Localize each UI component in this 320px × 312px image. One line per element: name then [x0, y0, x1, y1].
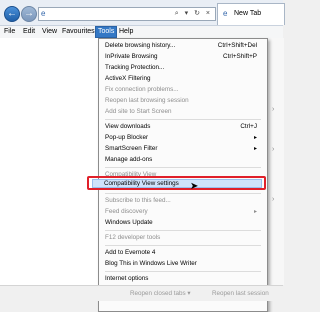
menu-windows-update[interactable]: Windows Update: [105, 218, 263, 228]
submenu-arrow-icon: ▸: [253, 135, 257, 141]
item-label: F12 developer tools: [105, 234, 161, 241]
item-shortcut: Ctrl+Shift+Del: [217, 42, 257, 49]
menu-delete-browsing-history[interactable]: Delete browsing history... Ctrl+Shift+Del: [105, 41, 263, 51]
submenu-arrow-icon: ▸: [253, 209, 257, 215]
menu-smartscreen-filter[interactable]: SmartScreen Filter ▸: [105, 144, 263, 154]
menu-help[interactable]: Help: [118, 27, 134, 37]
menu-tracking-protection[interactable]: Tracking Protection...: [105, 63, 263, 73]
menu-favourites[interactable]: Favourites: [61, 27, 96, 37]
item-label: SmartScreen Filter: [105, 145, 158, 152]
menu-view[interactable]: View: [41, 27, 58, 37]
menu-reopen-last-session: Reopen last browsing session: [105, 96, 263, 106]
chevron-right-icon[interactable]: ›: [272, 106, 274, 113]
menu-separator: [105, 119, 261, 120]
menu-view-downloads[interactable]: View downloads Ctrl+J: [105, 122, 263, 132]
item-label: View downloads: [105, 123, 151, 130]
item-label: Internet options: [105, 275, 149, 282]
item-label: Pop-up Blocker: [105, 134, 149, 141]
mouse-cursor-icon: ➤: [190, 181, 199, 192]
item-label: Feed discovery: [105, 208, 148, 215]
tools-menu: Delete browsing history... Ctrl+Shift+Del…: [98, 38, 268, 312]
item-label: Reopen last browsing session: [105, 97, 189, 104]
item-label: Tracking Protection...: [105, 64, 165, 71]
menu-separator: [105, 167, 261, 168]
item-label: Subscribe to this feed...: [105, 197, 171, 204]
menu-manage-addons[interactable]: Manage add-ons: [105, 155, 263, 165]
tab-new-tab[interactable]: e New Tab: [217, 3, 285, 25]
menu-separator: [105, 245, 261, 246]
back-arrow-icon[interactable]: ←: [4, 6, 20, 22]
item-label: Manage add-ons: [105, 156, 153, 163]
chevron-right-icon[interactable]: ›: [272, 196, 274, 203]
item-label: Delete browsing history...: [105, 42, 176, 49]
menu-edit[interactable]: Edit: [22, 27, 36, 37]
menu-add-to-start: Add site to Start Screen: [105, 107, 263, 117]
chevron-right-icon[interactable]: ›: [272, 146, 274, 153]
menu-separator: [105, 271, 261, 272]
item-label: Add to Evernote 4: [105, 249, 156, 256]
menu-subscribe-feed: Subscribe to this feed...: [105, 196, 263, 206]
item-shortcut: Ctrl+J: [240, 123, 257, 130]
item-label: Add site to Start Screen: [105, 108, 172, 115]
item-shortcut: Ctrl+Shift+P: [223, 53, 257, 60]
annotation-highlight-box: [87, 176, 266, 190]
reopen-last-session-link[interactable]: Reopen last session: [212, 290, 269, 297]
menu-blog-this[interactable]: Blog This in Windows Live Writer: [105, 259, 263, 269]
tab-label: New Tab: [234, 10, 262, 17]
menu-file[interactable]: File: [3, 27, 16, 37]
menu-separator: [105, 230, 261, 231]
item-label: InPrivate Browsing: [105, 53, 158, 60]
menu-popup-blocker[interactable]: Pop-up Blocker ▸: [105, 133, 263, 143]
menu-fix-connection: Fix connection problems...: [105, 85, 263, 95]
menu-feed-discovery: Feed discovery ▸: [105, 207, 263, 217]
bottom-bar: Reopen closed tabs ▾ Reopen last session: [0, 285, 283, 301]
menu-f12-tools: F12 developer tools: [105, 233, 263, 243]
side-pane: › › ›: [266, 38, 284, 285]
address-bar[interactable]: e ⌕ ▾ ↻ ×: [38, 7, 216, 21]
item-label: Blog This in Windows Live Writer: [105, 260, 197, 267]
ie-page-icon: e: [41, 9, 46, 18]
reopen-closed-tabs-link[interactable]: Reopen closed tabs ▾: [130, 290, 191, 297]
menu-inprivate-browsing[interactable]: InPrivate Browsing Ctrl+Shift+P: [105, 52, 263, 62]
menu-separator: [105, 193, 261, 194]
menu-tools[interactable]: Tools: [95, 26, 118, 38]
browser-toolbar: ← → e ⌕ ▾ ↻ × e New Tab: [0, 0, 285, 26]
menu-activex-filtering[interactable]: ActiveX Filtering: [105, 74, 263, 84]
menu-bar: File Edit View Favourites Tools Help: [0, 26, 283, 38]
menu-internet-options[interactable]: Internet options: [105, 274, 263, 284]
menu-add-to-evernote[interactable]: Add to Evernote 4: [105, 248, 263, 258]
item-label: Fix connection problems...: [105, 86, 179, 93]
submenu-arrow-icon: ▸: [253, 146, 257, 152]
forward-arrow-icon[interactable]: →: [21, 6, 37, 22]
ie-tab-icon: e: [223, 9, 228, 18]
item-label: ActiveX Filtering: [105, 75, 151, 82]
address-controls[interactable]: ⌕ ▾ ↻ ×: [175, 9, 212, 18]
item-label: Windows Update: [105, 219, 153, 226]
